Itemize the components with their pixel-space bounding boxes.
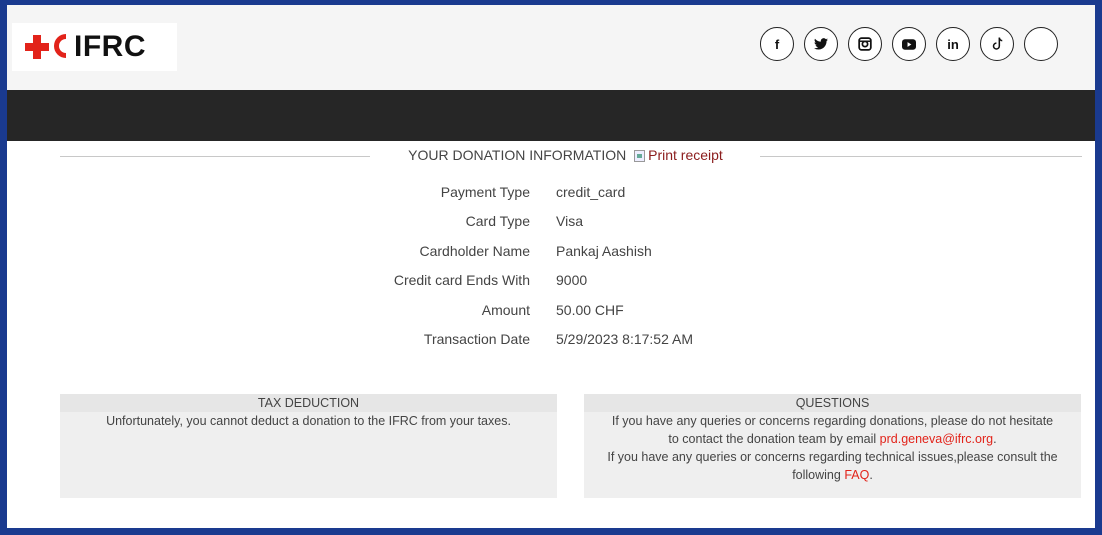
detail-value: 9000 bbox=[556, 272, 588, 289]
instagram-icon[interactable] bbox=[848, 27, 882, 61]
detail-row: Amount 50.00 CHF bbox=[307, 295, 856, 325]
tiktok-icon[interactable] bbox=[980, 27, 1014, 61]
divider-left bbox=[60, 156, 370, 157]
facebook-icon[interactable]: f bbox=[760, 27, 794, 61]
youtube-icon[interactable] bbox=[892, 27, 926, 61]
detail-label: Amount bbox=[481, 301, 530, 318]
logo-text: IFRC bbox=[74, 30, 146, 63]
questions-heading: QUESTIONS bbox=[584, 394, 1081, 412]
punctuation: . bbox=[869, 468, 873, 482]
social-links: f in bbox=[760, 27, 1058, 61]
red-crescent-icon bbox=[52, 34, 70, 60]
donation-info-heading: YOUR DONATION INFORMATION Print receipt bbox=[60, 147, 1082, 165]
detail-row: Credit card Ends With 9000 bbox=[307, 266, 856, 296]
detail-label: Card Type bbox=[465, 213, 530, 230]
detail-value: 5/29/2023 8:17:52 AM bbox=[556, 331, 693, 348]
detail-row: Card Type Visa bbox=[307, 207, 856, 237]
linkedin-icon[interactable]: in bbox=[936, 27, 970, 61]
site-header: IFRC f in bbox=[7, 5, 1095, 90]
detail-value: Pankaj Aashish bbox=[556, 242, 652, 259]
questions-box: QUESTIONS If you have any queries or con… bbox=[584, 394, 1081, 498]
questions-text-1: If you have any queries or concerns rega… bbox=[584, 412, 1081, 448]
questions-text-2: If you have any queries or concerns rega… bbox=[584, 448, 1081, 484]
detail-row: Cardholder Name Pankaj Aashish bbox=[307, 236, 856, 266]
tax-deduction-box: TAX DEDUCTION Unfortunately, you cannot … bbox=[60, 394, 557, 498]
donation-details: Payment Type credit_card Card Type Visa … bbox=[307, 177, 856, 354]
tax-deduction-text: Unfortunately, you cannot deduct a donat… bbox=[106, 414, 511, 428]
email-link[interactable]: prd.geneva@ifrc.org bbox=[880, 432, 993, 446]
twitter-icon[interactable] bbox=[804, 27, 838, 61]
detail-row: Payment Type credit_card bbox=[307, 177, 856, 207]
divider-right bbox=[760, 156, 1082, 157]
detail-value: credit_card bbox=[556, 183, 626, 200]
detail-label: Transaction Date bbox=[423, 331, 530, 348]
print-icon[interactable] bbox=[634, 150, 646, 162]
ifrc-logo[interactable]: IFRC bbox=[12, 23, 177, 71]
questions-line: If you have any queries or concerns rega… bbox=[607, 450, 1058, 464]
detail-value: Visa bbox=[556, 213, 583, 230]
detail-label: Payment Type bbox=[440, 183, 530, 200]
punctuation: . bbox=[993, 432, 997, 446]
faq-link[interactable]: FAQ bbox=[844, 468, 869, 482]
tax-deduction-heading: TAX DEDUCTION bbox=[60, 394, 557, 412]
red-cross-icon bbox=[25, 35, 49, 59]
detail-row: Transaction Date 5/29/2023 8:17:52 AM bbox=[307, 325, 856, 355]
detail-label: Cardholder Name bbox=[419, 242, 531, 259]
print-receipt-link[interactable]: Print receipt bbox=[648, 147, 723, 163]
questions-line: following bbox=[792, 468, 845, 482]
questions-line: If you have any queries or concerns rega… bbox=[611, 414, 1054, 428]
questions-line: to contact the donation team by email bbox=[668, 432, 880, 446]
page-frame: IFRC f in YOUR DONATION INFORMATION Prin… bbox=[7, 5, 1095, 528]
more-social-icon[interactable] bbox=[1024, 27, 1058, 61]
section-title: YOUR DONATION INFORMATION bbox=[408, 147, 627, 163]
navigation-bar bbox=[7, 90, 1095, 141]
detail-value: 50.00 CHF bbox=[556, 301, 624, 318]
detail-label: Credit card Ends With bbox=[393, 272, 530, 289]
